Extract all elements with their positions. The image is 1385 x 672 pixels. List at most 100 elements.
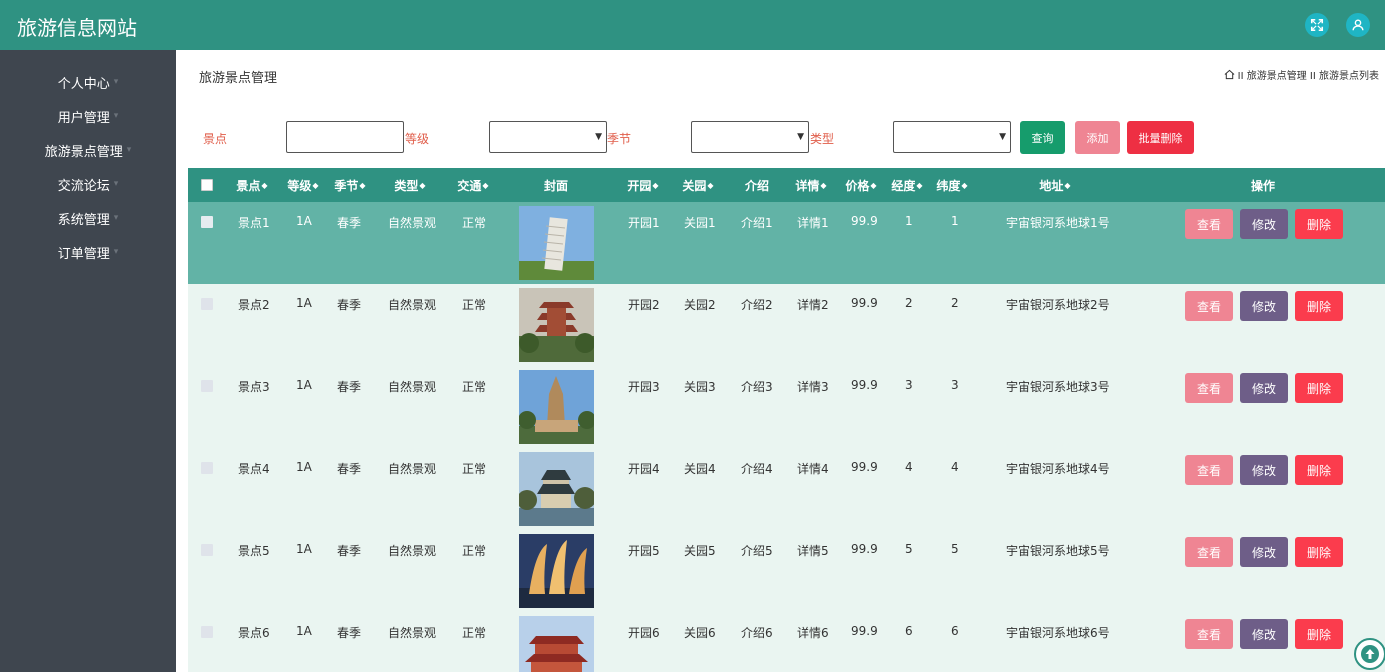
view-button[interactable]: 查看 [1185, 209, 1233, 239]
column-header-spot[interactable]: 景点 ◆ [234, 168, 270, 202]
cell-traffic: 正常 [462, 298, 487, 312]
sidebar-item-label: 个人中心 [57, 76, 110, 92]
row-checkbox[interactable] [201, 298, 213, 310]
home-icon[interactable] [1224, 69, 1235, 80]
sidebar-item-system-management[interactable]: 系统管理 ▾ [0, 203, 176, 233]
cell-address: 宇宙银河系地球1号 [1006, 216, 1110, 230]
sidebar-item-order-management[interactable]: 订单管理 ▾ [0, 237, 176, 267]
edit-button[interactable]: 修改 [1240, 209, 1288, 239]
chevron-down-icon: ▾ [113, 111, 119, 121]
sidebar-item-personal-center[interactable]: 个人中心 ▾ [0, 67, 176, 97]
scroll-to-top-button[interactable] [1354, 638, 1385, 670]
cell-traffic: 正常 [462, 544, 487, 558]
sidebar-item-scenic-spot-management[interactable]: 旅游景点管理 ▾ [0, 135, 176, 165]
view-button[interactable]: 查看 [1185, 537, 1233, 567]
column-header-close[interactable]: 关园 ◆ [680, 168, 716, 202]
edit-button[interactable]: 修改 [1240, 619, 1288, 649]
cell-longitude: 2 [905, 296, 913, 310]
cell-type: 自然景观 [388, 544, 437, 558]
sort-icon: ◆ [652, 180, 659, 190]
sort-icon: ◆ [707, 180, 714, 190]
delete-button[interactable]: 删除 [1295, 373, 1343, 403]
column-header-latitude[interactable]: 纬度 ◆ [934, 168, 970, 202]
row-checkbox[interactable] [201, 626, 213, 638]
row-checkbox[interactable] [201, 380, 213, 392]
table-header: 景点 ◆ 等级 ◆ 季节 ◆ 类型 ◆ 交通 ◆ 封面 开园 ◆ 关园 ◆ 介绍 详情 ◆ 价格… [188, 168, 1385, 202]
column-header-intro: 介绍 [744, 178, 769, 193]
edit-button[interactable]: 修改 [1240, 537, 1288, 567]
select-all-checkbox[interactable] [201, 168, 213, 202]
row-checkbox[interactable] [201, 544, 213, 556]
chevron-down-icon: ▼ [797, 132, 804, 142]
table-row[interactable]: 景点5 1A 春季 自然景观 正常 开园5 关园5 介绍5 详情5 99.9 5… [188, 530, 1385, 612]
sidebar-item-forum[interactable]: 交流论坛 ▾ [0, 169, 176, 199]
view-button[interactable]: 查看 [1185, 291, 1233, 321]
cell-price: 99.9 [851, 542, 878, 556]
cell-season: 春季 [337, 216, 362, 230]
cell-detail: 详情6 [797, 626, 829, 640]
delete-button[interactable]: 删除 [1295, 619, 1343, 649]
table-row[interactable]: 景点6 1A 春季 自然景观 正常 开园6 关园6 介绍6 详情6 99.9 6… [188, 612, 1385, 672]
cell-season: 春季 [337, 298, 362, 312]
cell-longitude: 6 [905, 624, 913, 638]
cell-latitude: 5 [951, 542, 959, 556]
column-header-longitude[interactable]: 经度 ◆ [889, 168, 925, 202]
cover-image [519, 616, 594, 672]
cover-image [519, 288, 594, 362]
cell-longitude: 4 [905, 460, 913, 474]
view-button[interactable]: 查看 [1185, 373, 1233, 403]
user-icon[interactable] [1346, 13, 1370, 37]
query-button[interactable]: 查询 [1020, 121, 1065, 154]
top-bar: 旅游信息网站 [0, 0, 1385, 50]
cell-address: 宇宙银河系地球2号 [1006, 298, 1110, 312]
column-header-detail[interactable]: 详情 ◆ [793, 168, 829, 202]
column-header-open[interactable]: 开园 ◆ [625, 168, 661, 202]
column-header-price[interactable]: 价格 ◆ [843, 168, 879, 202]
cell-type: 自然景观 [388, 626, 437, 640]
cell-traffic: 正常 [462, 462, 487, 476]
sidebar-item-label: 系统管理 [57, 212, 110, 228]
cell-close: 关园3 [684, 380, 716, 394]
delete-button[interactable]: 删除 [1295, 537, 1343, 567]
cell-traffic: 正常 [462, 626, 487, 640]
cell-close: 关园4 [684, 462, 716, 476]
type-select[interactable]: ▼ [893, 121, 1011, 153]
delete-button[interactable]: 删除 [1295, 291, 1343, 321]
season-select[interactable]: ▼ [691, 121, 809, 153]
column-header-grade[interactable]: 等级 ◆ [285, 168, 321, 202]
row-checkbox[interactable] [201, 216, 213, 228]
breadcrumb: II 旅游景点管理 II 旅游景点列表 [1224, 67, 1379, 82]
fullscreen-icon[interactable] [1305, 13, 1329, 37]
batch-delete-button[interactable]: 批量删除 [1127, 121, 1194, 154]
view-button[interactable]: 查看 [1185, 619, 1233, 649]
add-button[interactable]: 添加 [1075, 121, 1120, 154]
column-header-address[interactable]: 地址 ◆ [1037, 168, 1073, 202]
edit-button[interactable]: 修改 [1240, 373, 1288, 403]
delete-button[interactable]: 删除 [1295, 209, 1343, 239]
table-row[interactable]: 景点1 1A 春季 自然景观 正常 开园1 关园1 介绍1 详情1 99.9 1… [188, 202, 1385, 284]
cell-address: 宇宙银河系地球3号 [1006, 380, 1110, 394]
cell-longitude: 3 [905, 378, 913, 392]
edit-button[interactable]: 修改 [1240, 291, 1288, 321]
cell-longitude: 5 [905, 542, 913, 556]
cell-type: 自然景观 [388, 462, 437, 476]
cell-spot: 景点1 [238, 216, 270, 230]
cell-intro: 介绍6 [741, 626, 773, 640]
column-header-traffic[interactable]: 交通 ◆ [455, 168, 491, 202]
chevron-down-icon: ▾ [113, 77, 119, 87]
sidebar-item-label: 用户管理 [57, 110, 110, 126]
spot-search-input[interactable] [286, 121, 404, 153]
sidebar-item-user-management[interactable]: 用户管理 ▾ [0, 101, 176, 131]
edit-button[interactable]: 修改 [1240, 455, 1288, 485]
delete-button[interactable]: 删除 [1295, 455, 1343, 485]
column-header-type[interactable]: 类型 ◆ [392, 168, 428, 202]
row-checkbox[interactable] [201, 462, 213, 474]
view-button[interactable]: 查看 [1185, 455, 1233, 485]
column-header-season[interactable]: 季节 ◆ [332, 168, 368, 202]
cell-latitude: 3 [951, 378, 959, 392]
table-row[interactable]: 景点4 1A 春季 自然景观 正常 开园4 关园4 介绍4 详情4 99.9 4… [188, 448, 1385, 530]
sidebar-item-label: 交流论坛 [57, 178, 110, 194]
grade-select[interactable]: ▼ [489, 121, 607, 153]
table-row[interactable]: 景点3 1A 春季 自然景观 正常 开园3 关园3 介绍3 详情3 99.9 3… [188, 366, 1385, 448]
table-row[interactable]: 景点2 1A 春季 自然景观 正常 开园2 关园2 介绍2 详情2 99.9 2… [188, 284, 1385, 366]
